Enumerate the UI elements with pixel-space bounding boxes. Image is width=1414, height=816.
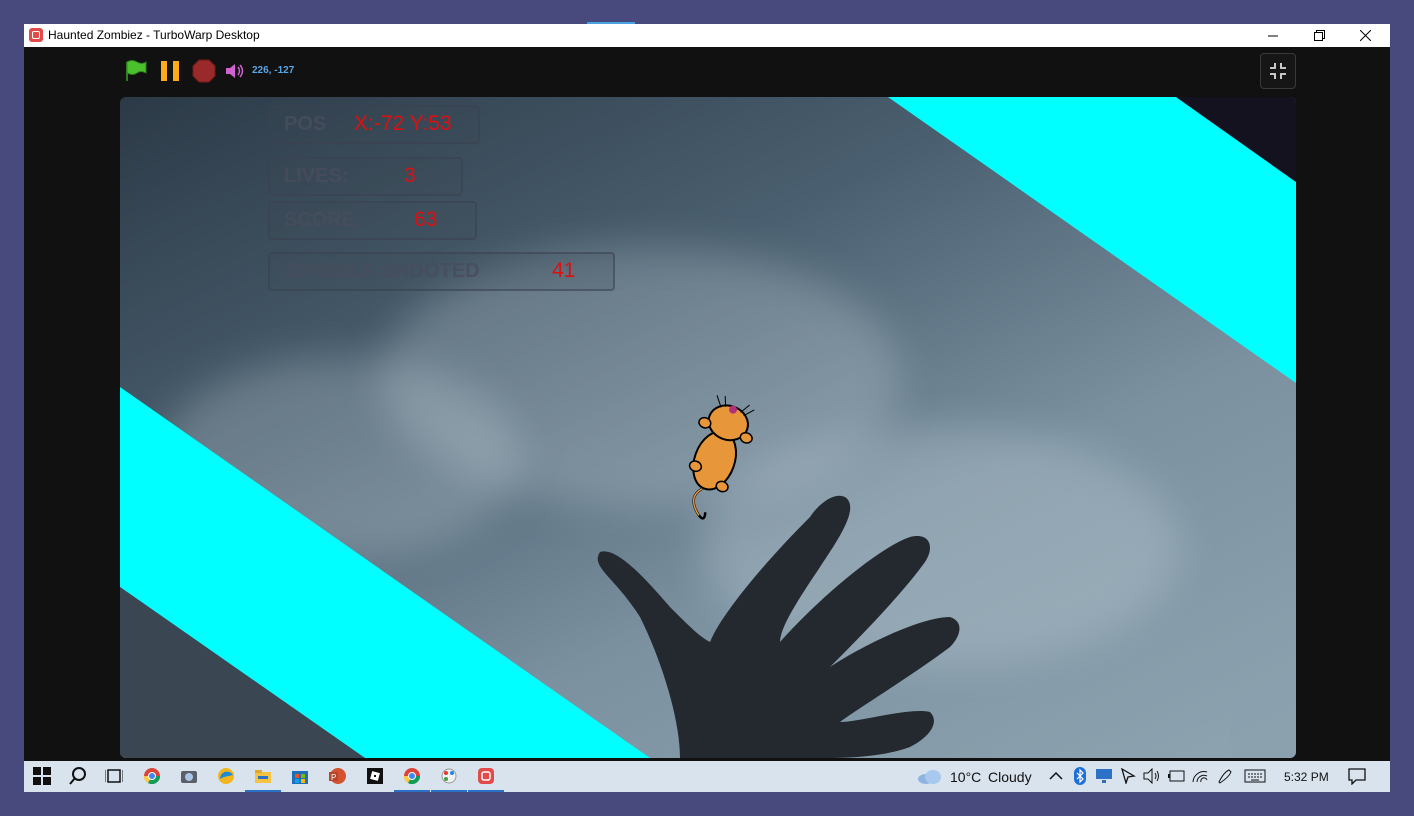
paint-icon bbox=[441, 768, 457, 784]
volume-icon bbox=[226, 64, 244, 78]
restore-button[interactable] bbox=[1296, 24, 1342, 47]
paint-taskbar-button[interactable] bbox=[431, 765, 467, 792]
svg-text:P: P bbox=[331, 773, 336, 782]
mouse-coordinates: 226, -127 bbox=[252, 65, 295, 76]
close-icon bbox=[1359, 30, 1371, 41]
weather-temperature[interactable]: 10°C bbox=[950, 769, 981, 785]
roblox-icon bbox=[367, 768, 383, 784]
title-bar: Haunted Zombiez - TurboWarp Desktop bbox=[24, 24, 1390, 47]
network-device-tray-button[interactable] bbox=[1093, 765, 1115, 787]
turbowarp-window: Haunted Zombiez - TurboWarp Desktop 226,… bbox=[24, 24, 1390, 792]
bluetooth-icon bbox=[1074, 767, 1086, 785]
chevron-up-icon bbox=[1049, 771, 1063, 780]
cyan-stripe-top-right bbox=[888, 97, 1296, 383]
chrome-taskbar-button[interactable] bbox=[141, 765, 163, 787]
task-view-button[interactable] bbox=[103, 765, 125, 787]
minimize-icon bbox=[1268, 35, 1278, 36]
lives-monitor[interactable]: LIVES: 3 bbox=[268, 157, 463, 196]
player-toolbar: 226, -127 bbox=[24, 47, 1390, 97]
powerpoint-icon: P bbox=[329, 768, 346, 784]
edge-icon bbox=[218, 768, 234, 784]
store-taskbar-button[interactable] bbox=[289, 765, 311, 787]
pause-button[interactable] bbox=[158, 59, 182, 83]
lives-monitor-label: LIVES: bbox=[284, 165, 349, 187]
wifi-icon bbox=[1192, 771, 1208, 783]
zombie-hand bbox=[597, 495, 960, 758]
cursor-icon bbox=[1121, 768, 1136, 784]
chrome-icon bbox=[143, 768, 161, 785]
weather-condition[interactable]: Cloudy bbox=[988, 769, 1032, 785]
lives-monitor-value: 3 bbox=[404, 164, 416, 187]
start-button[interactable] bbox=[31, 765, 53, 787]
zombies-shooted-value: 41 bbox=[552, 259, 576, 282]
edge-taskbar-button[interactable] bbox=[215, 765, 237, 787]
game-stage[interactable]: POS X:-72 Y:53 LIVES: 3 SCORE 63 ZOMBIES… bbox=[120, 97, 1296, 758]
battery-icon bbox=[1168, 770, 1185, 782]
ink-workspace-tray-button[interactable] bbox=[1214, 765, 1236, 787]
store-icon bbox=[292, 771, 308, 784]
keyboard-icon bbox=[1244, 769, 1266, 783]
pen-icon bbox=[1218, 769, 1232, 784]
pen-tray-button[interactable] bbox=[1117, 765, 1139, 787]
stop-icon bbox=[192, 59, 216, 83]
exit-fullscreen-button[interactable] bbox=[1260, 53, 1296, 89]
wifi-tray-button[interactable] bbox=[1189, 765, 1211, 787]
monitor-icon bbox=[1096, 769, 1112, 783]
touch-keyboard-tray-button[interactable] bbox=[1244, 765, 1266, 787]
turbowarp-taskbar-button[interactable] bbox=[468, 765, 504, 792]
taskbar-clock[interactable]: 5:32 PM bbox=[1284, 770, 1329, 784]
notification-icon bbox=[1348, 768, 1366, 785]
windows-taskbar: P 10°C Cloudy 5:32 PM bbox=[24, 761, 1390, 792]
minimize-button[interactable] bbox=[1250, 24, 1296, 47]
green-flag-button[interactable] bbox=[124, 59, 148, 83]
stage-artwork bbox=[120, 97, 1296, 758]
score-monitor-label: SCORE bbox=[284, 209, 356, 231]
volume-tray-button[interactable] bbox=[1141, 765, 1163, 787]
file-explorer-icon bbox=[255, 770, 271, 783]
zombies-shooted-label: ZOMBIES SHOOTED bbox=[284, 260, 480, 282]
powerpoint-taskbar-button[interactable]: P bbox=[326, 765, 348, 787]
pos-monitor-value: X:-72 Y:53 bbox=[354, 112, 452, 135]
pos-monitor-label: POS bbox=[284, 113, 327, 135]
battery-tray-button[interactable] bbox=[1165, 765, 1187, 787]
green-flag-icon bbox=[126, 60, 147, 81]
close-button[interactable] bbox=[1342, 24, 1388, 47]
camera-icon bbox=[181, 771, 197, 783]
chrome-profile-taskbar-button[interactable] bbox=[394, 765, 430, 792]
search-icon bbox=[69, 767, 86, 785]
volume-button[interactable] bbox=[224, 61, 246, 81]
stop-button[interactable] bbox=[192, 59, 216, 83]
turbowarp-icon bbox=[478, 768, 494, 784]
task-view-icon bbox=[105, 769, 123, 783]
window-title: Haunted Zombiez - TurboWarp Desktop bbox=[48, 28, 260, 42]
speaker-icon bbox=[1143, 768, 1159, 784]
start-icon bbox=[33, 767, 51, 785]
camera-taskbar-button[interactable] bbox=[178, 765, 200, 787]
cat-sprite bbox=[688, 395, 755, 520]
show-hidden-icons-button[interactable] bbox=[1045, 765, 1067, 787]
file-explorer-taskbar-button[interactable] bbox=[245, 765, 281, 792]
score-monitor[interactable]: SCORE 63 bbox=[268, 201, 477, 240]
search-button[interactable] bbox=[67, 765, 89, 787]
roblox-taskbar-button[interactable] bbox=[364, 765, 386, 787]
exit-fullscreen-icon bbox=[1270, 63, 1286, 79]
restore-icon bbox=[1313, 30, 1325, 41]
pause-icon bbox=[161, 61, 179, 81]
chrome-profile-icon bbox=[403, 768, 421, 785]
bluetooth-tray-button[interactable] bbox=[1069, 765, 1091, 787]
turbowarp-app-icon bbox=[29, 28, 43, 42]
notifications-button[interactable] bbox=[1346, 765, 1368, 787]
moon-glow bbox=[1230, 636, 1296, 758]
zombies-shooted-monitor[interactable]: ZOMBIES SHOOTED 41 bbox=[268, 252, 615, 291]
cloudy-weather-icon bbox=[918, 770, 941, 784]
pos-monitor[interactable]: POS X:-72 Y:53 bbox=[268, 105, 480, 144]
score-monitor-value: 63 bbox=[414, 208, 438, 231]
